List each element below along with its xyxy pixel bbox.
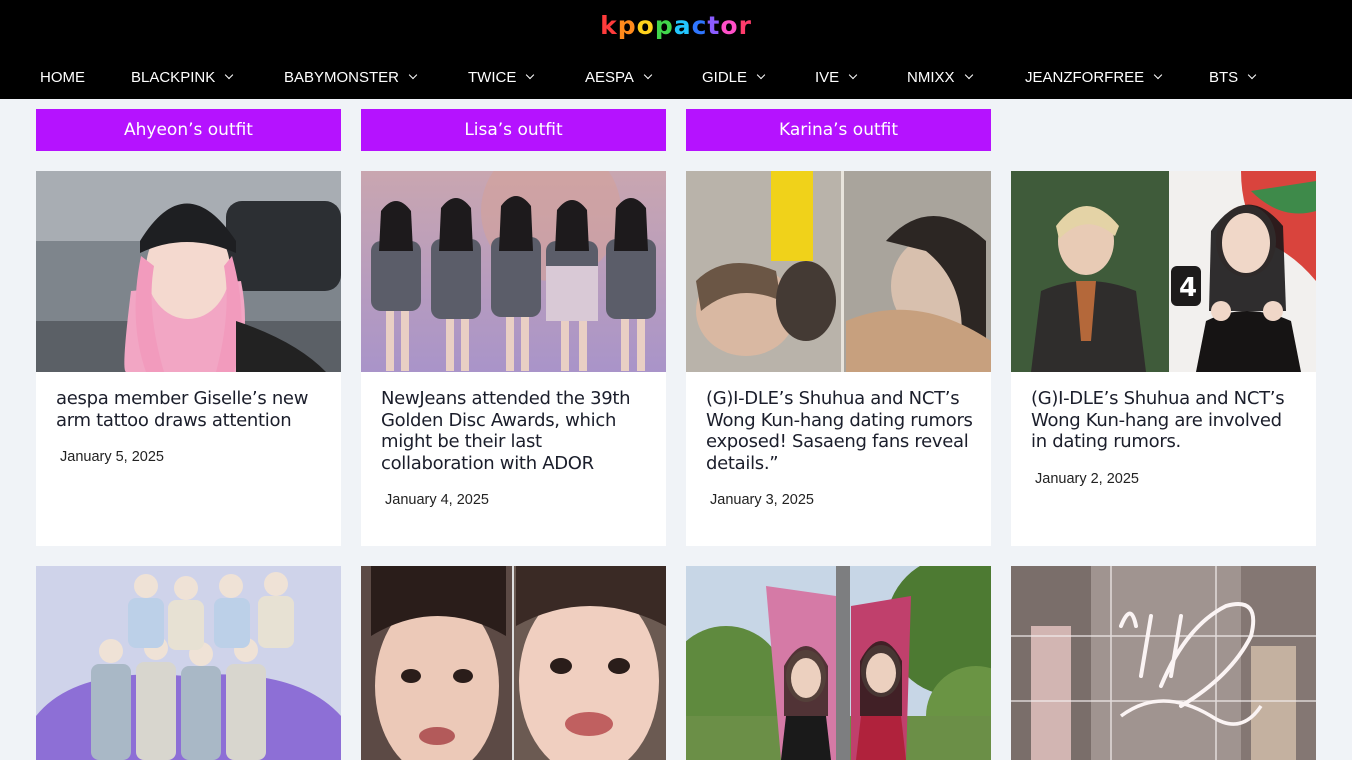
logo-letter: a (673, 11, 692, 40)
nav-item-gidle[interactable]: GIDLE (702, 59, 766, 97)
nav-label: BABYMONSTER (284, 69, 400, 86)
logo-letter: c (691, 11, 708, 40)
article-date: January 5, 2025 (60, 449, 164, 465)
chevron-down-icon (756, 70, 766, 80)
outfit-button-ahyeon[interactable]: Ahyeon’s outfit (36, 109, 341, 151)
nav-item-bts[interactable]: BTS (1209, 59, 1257, 97)
article-thumbnail[interactable] (361, 566, 666, 760)
article-thumbnail[interactable] (686, 566, 991, 760)
article-card: (G)I-DLE’s Shuhua and NCT’s Wong Kun-han… (686, 171, 991, 546)
chevron-down-icon (1153, 70, 1163, 80)
logo-letter: p (617, 11, 637, 40)
article-thumbnail[interactable] (36, 171, 341, 372)
nav-item-jeanzforfree[interactable]: JEANZFORFREE (1025, 59, 1163, 97)
outfit-button-karina[interactable]: Karina’s outfit (686, 109, 991, 151)
nav-label: GIDLE (702, 69, 748, 86)
nav-label: BLACKPINK (131, 69, 216, 86)
logo-letter: r (738, 11, 752, 40)
logo-letter: k (600, 11, 618, 40)
site-logo[interactable]: kpopactor (0, 8, 1352, 44)
article-title[interactable]: (G)I-DLE’s Shuhua and NCT’s Wong Kun-han… (706, 388, 976, 474)
article-date: January 2, 2025 (1035, 471, 1139, 487)
chevron-down-icon (224, 70, 234, 80)
nav-item-nmixx[interactable]: NMIXX (907, 59, 973, 97)
nav-item-twice[interactable]: TWICE (468, 59, 535, 97)
nav-item-aespa[interactable]: AESPA (585, 59, 653, 97)
nav-item-babymonster[interactable]: BABYMONSTER (284, 59, 418, 97)
nav-item-ive[interactable]: IVE (815, 59, 858, 97)
logo-letter: o (636, 11, 655, 40)
logo-letter: t (707, 11, 721, 40)
chevron-down-icon (848, 70, 858, 80)
main-nav: HOME BLACKPINK BABYMONSTER TWICE AESPA G… (0, 59, 1352, 97)
nav-item-blackpink[interactable]: BLACKPINK (131, 59, 234, 97)
article-title[interactable]: aespa member Giselle’s new arm tattoo dr… (56, 388, 326, 431)
nav-label: TWICE (468, 69, 517, 86)
chevron-down-icon (643, 70, 653, 80)
nav-label: NMIXX (907, 69, 955, 86)
nav-item-home[interactable]: HOME (40, 59, 85, 97)
article-thumbnail[interactable] (1011, 566, 1316, 760)
logo-letter: p (654, 11, 674, 40)
article-thumbnail[interactable] (361, 171, 666, 372)
nav-label: IVE (815, 69, 840, 86)
article-title[interactable]: (G)I-DLE’s Shuhua and NCT’s Wong Kun-han… (1031, 388, 1301, 453)
article-date: January 3, 2025 (710, 492, 814, 508)
svg-text:4: 4 (1179, 273, 1197, 303)
chevron-down-icon (526, 70, 535, 80)
article-title[interactable]: NewJeans attended the 39th Golden Disc A… (381, 388, 651, 474)
nav-label: BTS (1209, 69, 1239, 86)
article-card: NewJeans attended the 39th Golden Disc A… (361, 171, 666, 546)
logo-letter: o (720, 11, 739, 40)
article-thumbnail[interactable] (36, 566, 341, 760)
chevron-down-icon (408, 70, 418, 80)
chevron-down-icon (1247, 70, 1257, 80)
outfit-button-lisa[interactable]: Lisa’s outfit (361, 109, 666, 151)
nav-label: AESPA (585, 69, 634, 86)
site-header: kpopactor HOME BLACKPINK BABYMONSTER TWI… (0, 0, 1352, 99)
article-thumbnail[interactable] (686, 171, 991, 372)
article-card: 4 (G)I-DLE’s Shuhua and NCT’s Wong Kun-h… (1011, 171, 1316, 546)
article-thumbnail[interactable]: 4 (1011, 171, 1316, 372)
nav-label: JEANZFORFREE (1025, 69, 1145, 86)
chevron-down-icon (964, 70, 973, 80)
article-date: January 4, 2025 (385, 492, 489, 508)
nav-label: HOME (40, 69, 85, 86)
article-card: aespa member Giselle’s new arm tattoo dr… (36, 171, 341, 546)
